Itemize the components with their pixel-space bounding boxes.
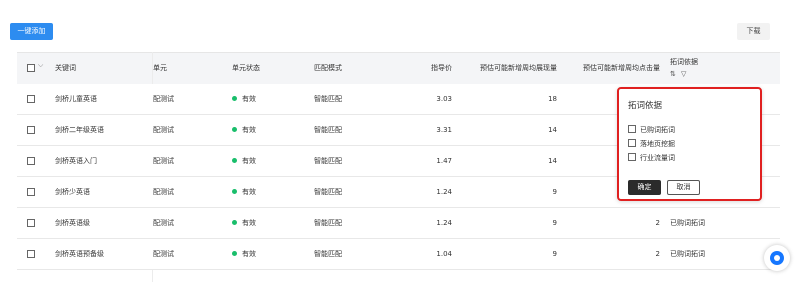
filter-icon[interactable]: ▽ — [681, 70, 686, 78]
option-label: 已购词拓词 — [640, 126, 675, 134]
est-impressions-cell: 9 — [552, 219, 557, 227]
status-dot-icon — [232, 219, 237, 225]
basis-filter-popover: 拓词依据 已购词拓词 落地页挖掘 行业流量词 确定 取消 — [617, 87, 762, 201]
match-mode-cell: 智能匹配 — [314, 250, 342, 258]
option-purchased-keyword[interactable]: 已购词拓词 — [628, 125, 675, 135]
status-cell: 有效 — [232, 115, 256, 145]
unit-cell: 配测试 — [153, 250, 174, 258]
unit-cell: 配测试 — [153, 188, 174, 196]
table-row: 剑桥英语预备级 配测试 有效 智能匹配 1.04 9 2 已购词拓词 — [17, 239, 780, 270]
status-cell: 有效 — [232, 146, 256, 176]
header-unit: 单元 — [153, 64, 167, 72]
status-label: 有效 — [242, 157, 256, 165]
header-keyword: 关键词 — [55, 64, 76, 72]
est-impressions-cell: 14 — [548, 157, 557, 165]
keyword-cell: 剑桥英语入门 — [55, 157, 97, 165]
keyword-cell: 剑桥少英语 — [55, 188, 90, 196]
download-button[interactable]: 下载 — [737, 23, 770, 40]
status-label: 有效 — [242, 219, 256, 227]
status-dot-icon — [232, 250, 237, 256]
guide-price-cell: 3.31 — [436, 126, 452, 134]
table-row: 剑桥英语级 配测试 有效 智能匹配 1.24 9 2 已购词拓词 — [17, 208, 780, 239]
row-checkbox[interactable] — [27, 95, 35, 103]
guide-price-cell: 1.24 — [436, 188, 452, 196]
header-basis: 拓词依据 — [670, 58, 698, 66]
header-est-impressions: 预估可能新增周均展现量 — [480, 64, 557, 72]
status-dot-icon — [232, 95, 237, 101]
status-cell: 有效 — [232, 177, 256, 207]
checkbox[interactable] — [628, 153, 636, 161]
status-cell: 有效 — [232, 208, 256, 238]
guide-price-cell: 1.04 — [436, 250, 452, 258]
checkbox[interactable] — [628, 125, 636, 133]
keyword-cell: 剑桥英语预备级 — [55, 250, 104, 258]
row-checkbox[interactable] — [27, 219, 35, 227]
row-checkbox[interactable] — [27, 250, 35, 258]
status-cell: 有效 — [232, 84, 256, 114]
guide-price-cell: 1.47 — [436, 157, 452, 165]
unit-cell: 配测试 — [153, 126, 174, 134]
option-industry-traffic[interactable]: 行业流量词 — [628, 153, 675, 163]
status-dot-icon — [232, 126, 237, 132]
header-guide-price: 指导价 — [431, 64, 452, 72]
guide-price-cell: 3.03 — [436, 95, 452, 103]
basis-cell: 已购词拓词 — [670, 250, 705, 258]
checkbox[interactable] — [628, 139, 636, 147]
chevron-down-icon[interactable]: ⌵ — [38, 61, 43, 70]
status-dot-icon — [232, 157, 237, 163]
est-impressions-cell: 9 — [552, 250, 557, 258]
est-impressions-cell: 9 — [552, 188, 557, 196]
basis-cell: 已购词拓词 — [670, 219, 705, 227]
match-mode-cell: 智能匹配 — [314, 219, 342, 227]
header-est-clicks: 预估可能新增周均点击量 — [583, 64, 660, 72]
keyword-cell: 剑桥儿童英语 — [55, 95, 97, 103]
option-landing-page-mining[interactable]: 落地页挖掘 — [628, 139, 675, 149]
option-label: 落地页挖掘 — [640, 140, 675, 148]
est-impressions-cell: 18 — [548, 95, 557, 103]
match-mode-cell: 智能匹配 — [314, 188, 342, 196]
match-mode-cell: 智能匹配 — [314, 95, 342, 103]
est-clicks-cell: 2 — [655, 250, 660, 258]
confirm-button[interactable]: 确定 — [628, 180, 661, 195]
popover-title: 拓词依据 — [628, 101, 663, 111]
match-mode-cell: 智能匹配 — [314, 157, 342, 165]
row-checkbox[interactable] — [27, 157, 35, 165]
row-checkbox[interactable] — [27, 188, 35, 196]
unit-cell: 配测试 — [153, 219, 174, 227]
keyword-cell: 剑桥二年级英语 — [55, 126, 104, 134]
est-clicks-cell: 2 — [655, 219, 660, 227]
select-all-checkbox[interactable] — [27, 64, 35, 72]
status-label: 有效 — [242, 126, 256, 134]
keyword-cell: 剑桥英语级 — [55, 219, 90, 227]
status-dot-icon — [232, 188, 237, 194]
option-label: 行业流量词 — [640, 154, 675, 162]
cancel-button[interactable]: 取消 — [667, 180, 700, 195]
table-header: ⌵ 关键词 单元 单元状态 匹配模式 指导价 预估可能新增周均展现量 预估可能新… — [17, 52, 780, 85]
row-checkbox[interactable] — [27, 126, 35, 134]
status-label: 有效 — [242, 250, 256, 258]
header-match-mode: 匹配模式 — [314, 64, 342, 72]
chat-icon — [770, 251, 784, 265]
match-mode-cell: 智能匹配 — [314, 126, 342, 134]
guide-price-cell: 1.24 — [436, 219, 452, 227]
status-cell: 有效 — [232, 239, 256, 269]
chat-widget[interactable] — [764, 245, 790, 271]
batch-add-button[interactable]: 一键添加 — [10, 23, 53, 40]
est-impressions-cell: 14 — [548, 126, 557, 134]
status-label: 有效 — [242, 95, 256, 103]
header-unit-status: 单元状态 — [232, 64, 260, 72]
status-label: 有效 — [242, 188, 256, 196]
unit-cell: 配测试 — [153, 157, 174, 165]
unit-cell: 配测试 — [153, 95, 174, 103]
sort-icon[interactable]: ⇅ — [670, 70, 676, 78]
